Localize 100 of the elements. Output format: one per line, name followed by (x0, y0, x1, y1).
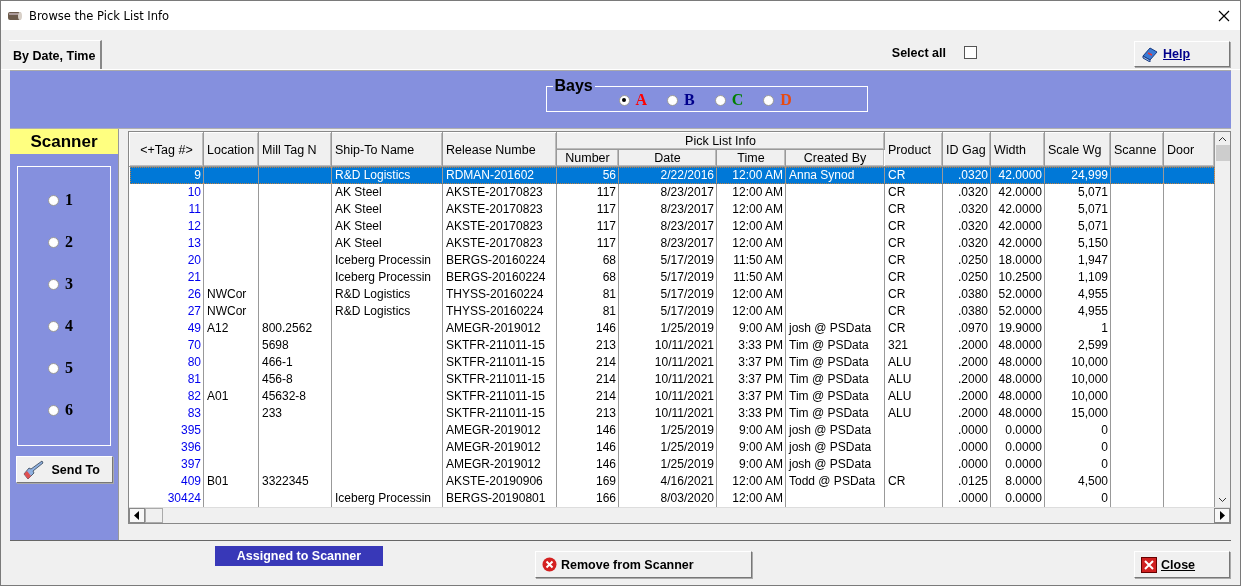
radio-button[interactable] (667, 94, 679, 106)
table-cell: Tim @ PSData (789, 389, 869, 403)
table-cell: 3:33 PM (738, 338, 783, 352)
table-row[interactable]: 26 NWCor R&D Logistics THYSS-20160224 81 5/17/2019 12:00 AM CR .0380 52.0000 4,955 (129, 286, 1215, 303)
table-row[interactable]: 83 233 SKTFR-211011-15 213 10/11/2021 3:33 PM Tim @ PSData ALU .2000 48.0000 15,000 (129, 405, 1215, 422)
column-header[interactable]: Location (203, 132, 259, 167)
radio-button[interactable] (48, 362, 59, 374)
table-cell: 0 (1101, 440, 1108, 454)
table-row[interactable]: 409 B01 3322345 AKSTE-20190906 169 4/16/2021 12:00 AM Todd @ PSData CR .0125 8.0000 4,500 (129, 473, 1215, 490)
radio-button[interactable] (48, 278, 59, 290)
horizontal-scrollbar[interactable] (129, 507, 1230, 523)
radio-button[interactable] (48, 194, 59, 206)
scroll-down-icon[interactable] (1218, 497, 1227, 503)
column-header[interactable]: Product (884, 132, 943, 167)
table-row[interactable]: 82 A01 45632-8 SKTFR-211011-15 214 10/11/2021 3:37 PM Tim @ PSData ALU .2000 48.0000 10,000 (129, 388, 1215, 405)
table-cell: 82 (187, 389, 201, 403)
close-button[interactable]: Close (1134, 551, 1230, 578)
table-cell: .0125 (957, 474, 988, 488)
table-cell: R&D Logistics (335, 168, 411, 182)
close-icon[interactable] (1218, 9, 1230, 22)
table-cell: 396 (180, 440, 201, 454)
table-cell: 117 (596, 219, 616, 233)
table-cell: 146 (595, 423, 616, 437)
table-cell: ALU (888, 406, 912, 420)
vertical-scrollbar[interactable] (1215, 132, 1230, 507)
table-cell: BERGS-20160224 (446, 270, 546, 284)
table-cell: AMEGR-2019012 (446, 423, 541, 437)
radio-button[interactable] (714, 94, 726, 106)
table-cell: 5,071 (1077, 185, 1108, 199)
table-row[interactable]: 20 Iceberg Processin BERGS-20160224 68 5/17/2019 11:50 AM CR .0250 18.0000 1,947 (129, 252, 1215, 269)
table-cell: 68 (602, 270, 616, 284)
table-cell: CR (888, 185, 906, 199)
table-row[interactable]: 12 AK Steel AKSTE-20170823 117 8/23/2017 12:00 AM CR .0320 42.0000 5,071 (129, 218, 1215, 235)
table-cell: 49 (187, 321, 201, 335)
table-row[interactable]: 9 R&D Logistics RDMAN-201602 56 2/22/2016 12:00 AM Anna Synod CR .0320 42.0000 24,999 (129, 166, 1215, 184)
column-header[interactable]: Ship-To Name (331, 132, 443, 167)
table-cell: 9 (194, 168, 201, 182)
scroll-left-icon[interactable] (134, 511, 140, 520)
radio-button[interactable] (763, 94, 775, 106)
table-cell: .0320 (957, 202, 988, 216)
table-cell: Todd @ PSData (789, 474, 876, 488)
table-row[interactable]: 10 AK Steel AKSTE-20170823 117 8/23/2017 12:00 AM CR .0320 42.0000 5,071 (129, 184, 1215, 201)
table-row[interactable]: 395 AMEGR-2019012 146 1/25/2019 9:00 AM josh @ PSData .0000 0.0000 0 (129, 422, 1215, 439)
table-cell: 8/23/2017 (660, 236, 714, 250)
table-cell: 11:50 AM (733, 253, 783, 267)
help-button[interactable]: Help (1134, 40, 1230, 67)
radio-button[interactable] (48, 236, 59, 248)
select-all-label: Select all (891, 45, 946, 60)
scroll-thumb[interactable] (1215, 145, 1230, 161)
table-cell: 117 (596, 236, 616, 250)
table-cell: 2/22/2016 (660, 168, 714, 182)
table-cell: AK Steel (335, 236, 382, 250)
table-cell: SKTFR-211011-15 (446, 406, 545, 420)
table-cell: 12:00 AM (732, 168, 783, 182)
table-row[interactable]: 49 A12 800.2562 AMEGR-2019012 146 1/25/2019 9:00 AM josh @ PSData CR .0970 19.9000 1 (129, 320, 1215, 337)
table-row[interactable]: 80 466-1 SKTFR-211011-15 214 10/11/2021 3:37 PM Tim @ PSData ALU .2000 48.0000 10,000 (129, 354, 1215, 371)
table-cell: CR (888, 304, 906, 318)
scanner-label: 6 (65, 401, 73, 419)
table-cell: THYSS-20160224 (446, 287, 544, 301)
table-cell: AKSTE-20170823 (446, 236, 543, 250)
radio-button[interactable] (618, 94, 630, 106)
table-cell: 13 (187, 236, 201, 250)
column-header[interactable]: ID Gag (942, 132, 991, 167)
table-row[interactable]: 81 456-8 SKTFR-211011-15 214 10/11/2021 3:37 PM Tim @ PSData ALU .2000 48.0000 10,000 (129, 371, 1215, 388)
scanner-label: 1 (65, 191, 73, 209)
table-cell: R&D Logistics (335, 304, 411, 318)
table-row[interactable]: 11 AK Steel AKSTE-20170823 117 8/23/2017 12:00 AM CR .0320 42.0000 5,071 (129, 201, 1215, 218)
table-cell: 48.0000 (998, 338, 1042, 352)
send-to-button[interactable]: Send To (15, 456, 113, 483)
table-cell: 146 (595, 440, 616, 454)
scroll-up-icon[interactable] (1218, 136, 1227, 142)
table-cell: 12:00 AM (732, 185, 783, 199)
table-cell: CR (888, 236, 906, 250)
scroll-right-icon[interactable] (1219, 511, 1225, 520)
column-header[interactable]: Width (990, 132, 1045, 167)
column-header[interactable]: Scale Wg (1044, 132, 1111, 167)
column-header[interactable]: Scanne (1110, 132, 1164, 167)
scanner-title: Scanner (10, 129, 118, 154)
table-row[interactable]: 397 AMEGR-2019012 146 1/25/2019 9:00 AM josh @ PSData .0000 0.0000 0 (129, 456, 1215, 473)
table-row[interactable]: 396 AMEGR-2019012 146 1/25/2019 9:00 AM josh @ PSData .0000 0.0000 0 (129, 439, 1215, 456)
remove-from-scanner-button[interactable]: Remove from Scanner (535, 551, 752, 578)
tab[interactable]: By Date, Time (9, 40, 103, 69)
column-header[interactable]: Release Numbe (442, 132, 557, 167)
radio-button[interactable] (48, 320, 59, 332)
table-cell: 9:00 AM (738, 457, 783, 471)
table-cell: 68 (602, 253, 616, 267)
column-header[interactable]: Door (1163, 132, 1215, 167)
select-all-checkbox[interactable] (964, 46, 977, 59)
table-cell: AMEGR-2019012 (446, 440, 541, 454)
table-cell: 146 (595, 321, 616, 335)
table-row[interactable]: 27 NWCor R&D Logistics THYSS-20160224 81 5/17/2019 12:00 AM CR .0380 52.0000 4,955 (129, 303, 1215, 320)
table-row[interactable]: 13 AK Steel AKSTE-20170823 117 8/23/2017 12:00 AM CR .0320 42.0000 5,150 (129, 235, 1215, 252)
radio-button[interactable] (48, 404, 59, 416)
table-row[interactable]: 21 Iceberg Processin BERGS-20160224 68 5/17/2019 11:50 AM CR .0250 10.2500 1,109 (129, 269, 1215, 286)
table-row[interactable]: 70 5698 SKTFR-211011-15 213 10/11/2021 3:33 PM Tim @ PSData 321 .2000 48.0000 2,599 (129, 337, 1215, 354)
column-header[interactable]: <+Tag #> (129, 132, 204, 167)
table-cell: 3:37 PM (738, 372, 783, 386)
table-cell: CR (888, 168, 906, 182)
column-header[interactable]: Mill Tag N (258, 132, 332, 167)
scroll-thumb[interactable] (145, 508, 163, 523)
